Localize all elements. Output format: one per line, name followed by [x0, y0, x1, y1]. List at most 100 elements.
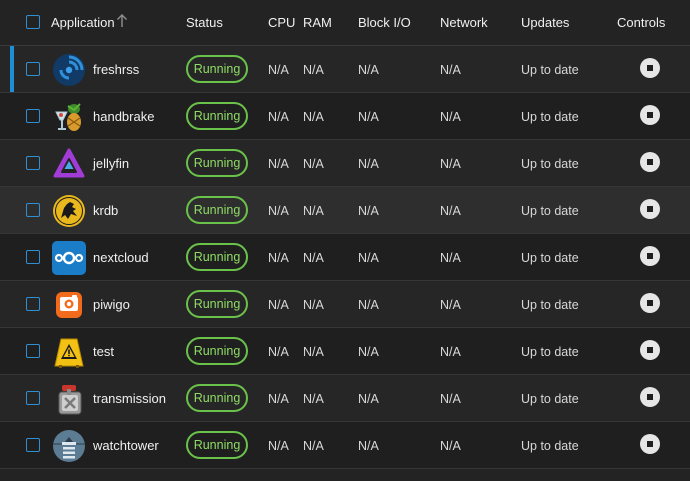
- table-row[interactable]: handbrake Running N/A N/A N/A N/A Up to …: [0, 93, 690, 140]
- block-io-value: N/A: [358, 439, 379, 453]
- ram-value: N/A: [303, 392, 324, 406]
- app-name[interactable]: watchtower: [93, 438, 159, 453]
- cpu-value: N/A: [268, 157, 289, 171]
- status-badge: Running: [186, 431, 248, 459]
- table-row[interactable]: transmission Running N/A N/A N/A N/A Up …: [0, 375, 690, 422]
- column-header-ram[interactable]: RAM: [303, 15, 332, 30]
- ram-value: N/A: [303, 110, 324, 124]
- sort-arrow-up-icon[interactable]: [116, 14, 128, 28]
- ram-value: N/A: [303, 251, 324, 265]
- ram-value: N/A: [303, 157, 324, 171]
- cpu-value: N/A: [268, 298, 289, 312]
- row-checkbox[interactable]: [26, 156, 40, 170]
- block-io-value: N/A: [358, 345, 379, 359]
- block-io-value: N/A: [358, 251, 379, 265]
- table-row[interactable]: freshrss Running N/A N/A N/A N/A Up to d…: [0, 46, 690, 93]
- updates-value: Up to date: [521, 392, 579, 406]
- ram-value: N/A: [303, 298, 324, 312]
- table-row[interactable]: piwigo Running N/A N/A N/A N/A Up to dat…: [0, 281, 690, 328]
- block-io-value: N/A: [358, 392, 379, 406]
- updates-value: Up to date: [521, 110, 579, 124]
- ram-value: N/A: [303, 204, 324, 218]
- piwigo-icon: [56, 292, 82, 318]
- app-name[interactable]: test: [93, 344, 114, 359]
- cpu-value: N/A: [268, 345, 289, 359]
- stop-button[interactable]: [640, 387, 660, 407]
- table-row[interactable]: jellyfin Running N/A N/A N/A N/A Up to d…: [0, 140, 690, 187]
- stop-button[interactable]: [640, 152, 660, 172]
- column-header-cpu[interactable]: CPU: [268, 15, 295, 30]
- row-checkbox[interactable]: [26, 391, 40, 405]
- updates-value: Up to date: [521, 439, 579, 453]
- nextcloud-icon: [52, 241, 86, 275]
- status-badge: Running: [186, 149, 248, 177]
- network-value: N/A: [440, 251, 461, 265]
- column-header-controls: Controls: [617, 15, 666, 30]
- table-row[interactable]: nextcloud Running N/A N/A N/A N/A Up to …: [0, 234, 690, 281]
- status-badge: Running: [186, 55, 248, 83]
- watchtower-icon: [53, 430, 85, 462]
- updates-value: Up to date: [521, 157, 579, 171]
- cpu-value: N/A: [268, 204, 289, 218]
- app-name[interactable]: freshrss: [93, 62, 139, 77]
- ram-value: N/A: [303, 63, 324, 77]
- row-checkbox[interactable]: [26, 250, 40, 264]
- stop-button[interactable]: [640, 293, 660, 313]
- app-name[interactable]: piwigo: [93, 297, 130, 312]
- stop-button[interactable]: [640, 246, 660, 266]
- krdb-icon: [53, 195, 85, 227]
- cpu-value: N/A: [268, 110, 289, 124]
- cpu-value: N/A: [268, 251, 289, 265]
- updates-value: Up to date: [521, 298, 579, 312]
- row-checkbox[interactable]: [26, 297, 40, 311]
- network-value: N/A: [440, 110, 461, 124]
- table-row[interactable]: test Running N/A N/A N/A N/A Up to date: [0, 328, 690, 375]
- status-badge: Running: [186, 196, 248, 224]
- jellyfin-icon: [53, 148, 85, 178]
- table-row[interactable]: watchtower Running N/A N/A N/A N/A Up to…: [0, 422, 690, 469]
- app-name[interactable]: handbrake: [93, 109, 154, 124]
- stop-button[interactable]: [640, 199, 660, 219]
- stop-button[interactable]: [640, 340, 660, 360]
- row-checkbox[interactable]: [26, 438, 40, 452]
- stop-button[interactable]: [640, 105, 660, 125]
- status-badge: Running: [186, 337, 248, 365]
- column-header-network[interactable]: Network: [440, 15, 488, 30]
- row-selected-indicator: [10, 46, 14, 92]
- network-value: N/A: [440, 392, 461, 406]
- row-checkbox[interactable]: [26, 109, 40, 123]
- app-name[interactable]: transmission: [93, 391, 166, 406]
- freshrss-icon: [53, 54, 85, 86]
- cpu-value: N/A: [268, 439, 289, 453]
- transmission-icon: [58, 385, 82, 415]
- network-value: N/A: [440, 157, 461, 171]
- select-all-checkbox[interactable]: [26, 15, 40, 29]
- block-io-value: N/A: [358, 298, 379, 312]
- network-value: N/A: [440, 204, 461, 218]
- test-icon: [54, 338, 84, 368]
- updates-value: Up to date: [521, 345, 579, 359]
- status-badge: Running: [186, 290, 248, 318]
- column-header-application[interactable]: Application: [51, 15, 115, 30]
- cpu-value: N/A: [268, 63, 289, 77]
- row-checkbox[interactable]: [26, 344, 40, 358]
- block-io-value: N/A: [358, 157, 379, 171]
- column-header-updates[interactable]: Updates: [521, 15, 569, 30]
- status-badge: Running: [186, 243, 248, 271]
- block-io-value: N/A: [358, 110, 379, 124]
- ram-value: N/A: [303, 345, 324, 359]
- row-checkbox[interactable]: [26, 203, 40, 217]
- column-header-block-io[interactable]: Block I/O: [358, 15, 411, 30]
- app-name[interactable]: jellyfin: [93, 156, 129, 171]
- app-name[interactable]: nextcloud: [93, 250, 149, 265]
- network-value: N/A: [440, 63, 461, 77]
- updates-value: Up to date: [521, 63, 579, 77]
- column-header-status[interactable]: Status: [186, 15, 223, 30]
- row-checkbox[interactable]: [26, 62, 40, 76]
- ram-value: N/A: [303, 439, 324, 453]
- table-row[interactable]: krdb Running N/A N/A N/A N/A Up to date: [0, 187, 690, 234]
- table-header: Application Status CPU RAM Block I/O Net…: [0, 0, 690, 46]
- app-name[interactable]: krdb: [93, 203, 118, 218]
- stop-button[interactable]: [640, 434, 660, 454]
- stop-button[interactable]: [640, 58, 660, 78]
